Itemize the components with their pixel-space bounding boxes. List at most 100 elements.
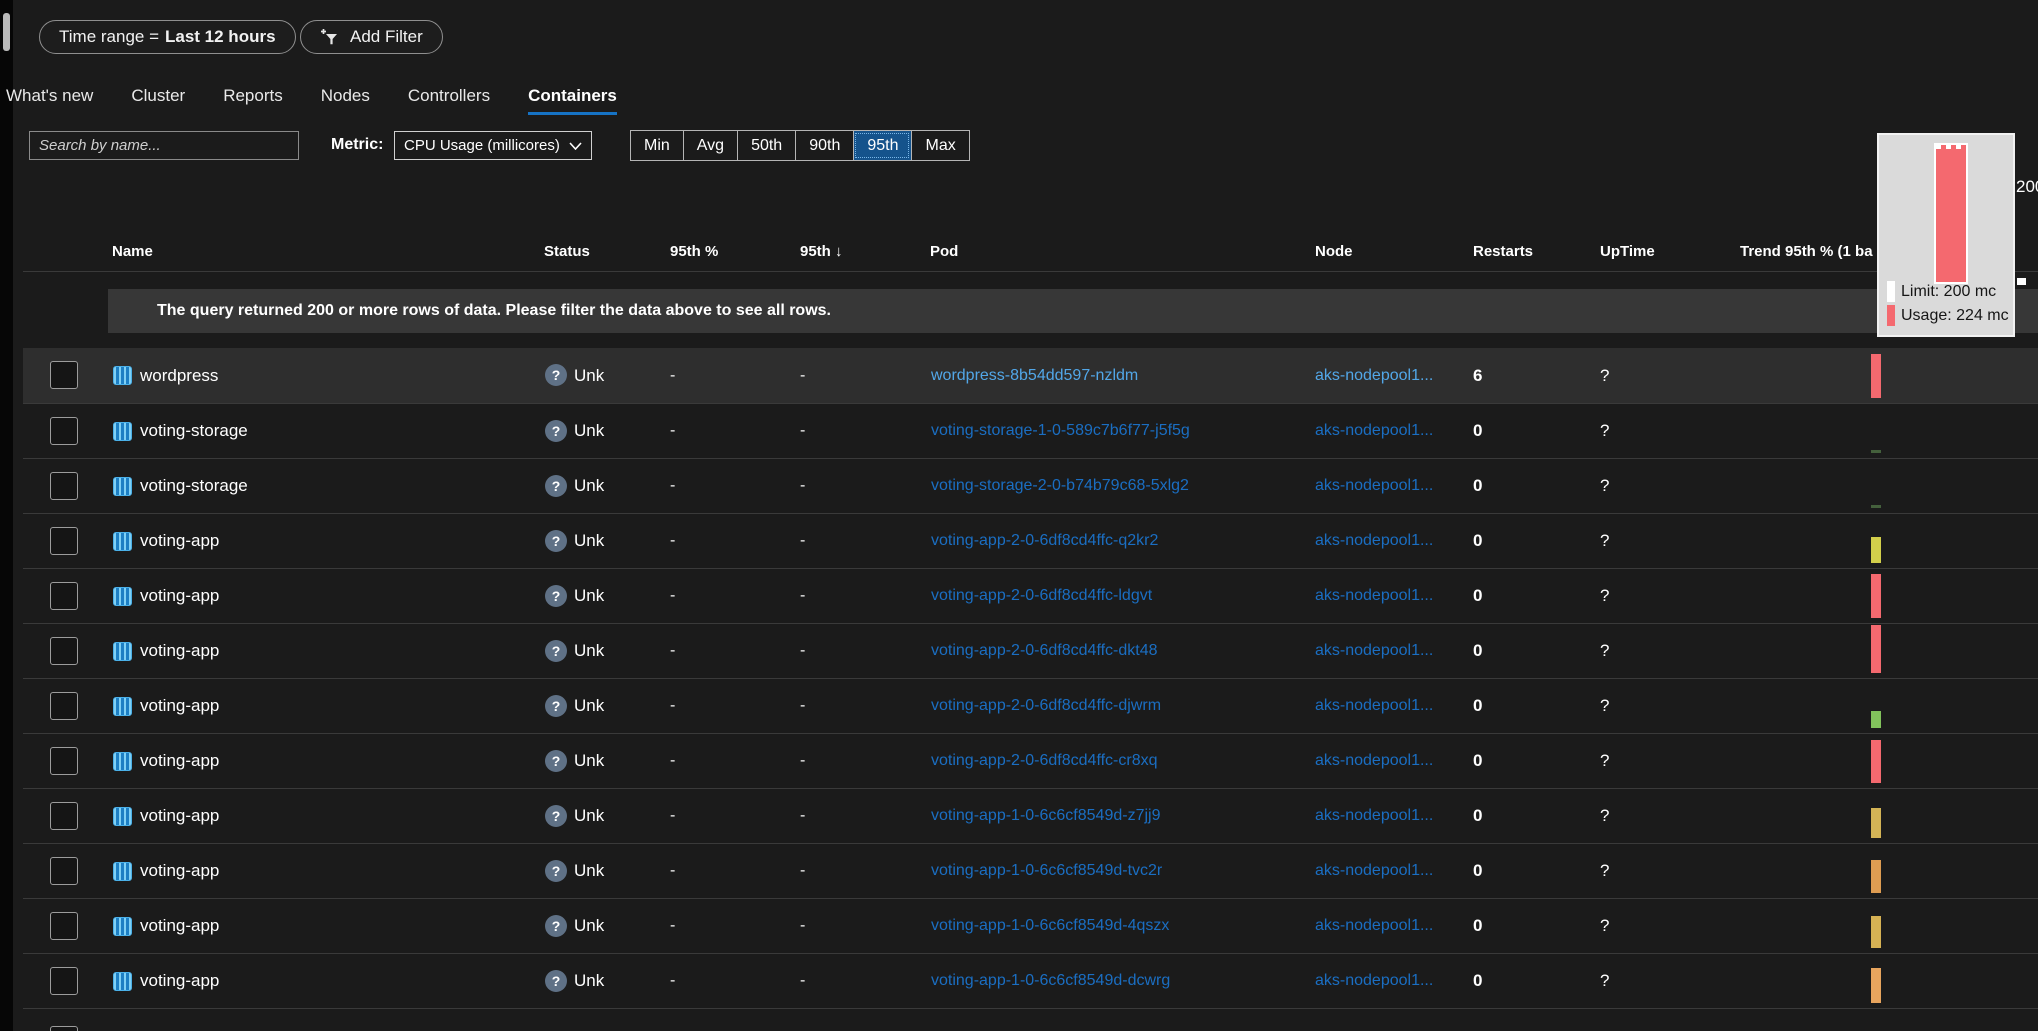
pod-link[interactable]: voting-app-1-0-6c6cf8549d-dcwrg bbox=[931, 972, 1170, 990]
row-checkbox[interactable] bbox=[50, 802, 78, 830]
row-checkbox[interactable] bbox=[50, 637, 78, 665]
table-row[interactable]: voting-app? Unk - - voting-app-1-0-6c6cf8549… bbox=[23, 898, 2038, 953]
pod-link[interactable]: voting-app-2-0-6df8cd4ffc-djwrm bbox=[931, 697, 1161, 715]
restarts-value: 0 bbox=[1473, 641, 1483, 660]
table-row[interactable]: voting-app? Unk - - voting-app-1-0-6c6cf8549… bbox=[23, 788, 2038, 843]
scrollbar-thumb[interactable] bbox=[3, 13, 10, 51]
row-checkbox[interactable] bbox=[50, 912, 78, 940]
limit-text: Limit: 200 mc bbox=[1901, 282, 1997, 300]
limit-swatch bbox=[1887, 281, 1895, 302]
tab-what-s-new[interactable]: What's new bbox=[6, 86, 93, 115]
table-row[interactable]: voting-app? Unk - - voting-app-1-0-6c6cf8549… bbox=[23, 953, 2038, 1008]
table-body: wordpress? Unk - - wordpress-8b54dd597-nzldm… bbox=[23, 348, 2038, 1031]
node-link[interactable]: aks-nodepool1... bbox=[1315, 477, 1433, 495]
restarts-value: 0 bbox=[1473, 751, 1483, 770]
row-checkbox[interactable] bbox=[50, 582, 78, 610]
container-name: voting-app bbox=[140, 641, 220, 660]
column-header-pod[interactable]: Pod bbox=[930, 234, 958, 270]
table-row[interactable]: voting-app? Unk - - voting-app-2-0-6df8cd4ff… bbox=[23, 678, 2038, 733]
node-link[interactable]: aks-nodepool1... bbox=[1315, 532, 1433, 550]
p95-value: - bbox=[800, 917, 806, 934]
container-name: voting-app bbox=[140, 586, 220, 605]
node-link[interactable]: aks-nodepool1... bbox=[1315, 422, 1433, 440]
row-checkbox[interactable] bbox=[50, 967, 78, 995]
add-filter-button[interactable]: Add Filter bbox=[300, 20, 443, 54]
metric-dropdown[interactable]: CPU Usage (millicores) bbox=[394, 131, 592, 160]
pod-link[interactable]: voting-app-2-0-6df8cd4ffc-cr8xq bbox=[931, 752, 1158, 770]
search-input[interactable] bbox=[29, 131, 299, 160]
tab-nodes[interactable]: Nodes bbox=[321, 86, 370, 115]
percentile-button-90th[interactable]: 90th bbox=[795, 131, 853, 160]
row-checkbox[interactable] bbox=[50, 857, 78, 885]
column-header-uptime[interactable]: UpTime bbox=[1600, 234, 1655, 270]
pod-link[interactable]: voting-app-2-0-6df8cd4ffc-q2kr2 bbox=[931, 532, 1158, 550]
status-text: Unk bbox=[574, 421, 605, 440]
percentile-button-min[interactable]: Min bbox=[631, 131, 683, 160]
percentile-button-avg[interactable]: Avg bbox=[682, 131, 737, 160]
table-row[interactable]: voting-app? Unk - - voting-app-1-0-6c6cf8549… bbox=[23, 843, 2038, 898]
column-header-trend[interactable]: Trend 95th % (1 ba bbox=[1740, 234, 1873, 270]
pod-link[interactable]: voting-storage-1-0-589c7b6f77-j5f5g bbox=[931, 422, 1190, 440]
time-range-filter-pill[interactable]: Time range = Last 12 hours bbox=[39, 20, 296, 54]
node-link[interactable]: aks-nodepool1... bbox=[1315, 642, 1433, 660]
pod-link[interactable]: voting-app-1-0-6c6cf8549d-tvc2r bbox=[931, 862, 1162, 880]
column-header-status[interactable]: Status bbox=[544, 234, 590, 270]
row-checkbox[interactable] bbox=[50, 361, 78, 389]
row-checkbox[interactable] bbox=[50, 1026, 78, 1031]
percentile-button-max[interactable]: Max bbox=[911, 131, 968, 160]
table-row[interactable]: voting-storage? Unk - - voting-storage-1-0-5… bbox=[23, 403, 2038, 458]
pod-link[interactable]: voting-app-2-0-6df8cd4ffc-dkt48 bbox=[931, 642, 1158, 660]
tab-containers[interactable]: Containers bbox=[528, 86, 617, 115]
row-checkbox[interactable] bbox=[50, 747, 78, 775]
node-link[interactable]: aks-nodepool1... bbox=[1315, 972, 1433, 990]
p95-value: - bbox=[800, 807, 806, 824]
pod-link[interactable]: wordpress-8b54dd597-nzldm bbox=[931, 367, 1138, 385]
node-link[interactable]: aks-nodepool1... bbox=[1315, 587, 1433, 605]
percentile-button-group: Min Avg 50th 90th 95th Max bbox=[630, 130, 970, 161]
row-checkbox[interactable] bbox=[50, 472, 78, 500]
restarts-value: 0 bbox=[1473, 421, 1483, 440]
p95-value: - bbox=[800, 972, 806, 989]
status-text: Unk bbox=[574, 861, 605, 880]
node-link[interactable]: aks-nodepool1... bbox=[1315, 697, 1433, 715]
table-header: Name Status 95th % 95th ↓ Pod Node Restarts UpT… bbox=[23, 234, 2038, 270]
container-name: voting-app bbox=[140, 916, 220, 935]
row-checkbox[interactable] bbox=[50, 527, 78, 555]
table-row[interactable]: voting-app? Unk - - voting-app-2-0-6df8cd4ff… bbox=[23, 568, 2038, 623]
pod-link[interactable]: voting-app-2-0-6df8cd4ffc-ldgvt bbox=[931, 587, 1152, 605]
p95-value: - bbox=[800, 477, 806, 494]
pod-link[interactable]: voting-storage-2-0-b74b79c68-5xlg2 bbox=[931, 477, 1189, 495]
tab-reports[interactable]: Reports bbox=[223, 86, 283, 115]
percentile-button-95th[interactable]: 95th bbox=[853, 131, 912, 160]
column-header-name[interactable]: Name bbox=[112, 234, 153, 270]
uptime-value: ? bbox=[1600, 421, 1610, 440]
container-icon bbox=[113, 477, 132, 496]
row-checkbox[interactable] bbox=[50, 417, 78, 445]
node-link[interactable]: aks-nodepool1... bbox=[1315, 807, 1433, 825]
restarts-value: 0 bbox=[1473, 531, 1483, 550]
restarts-value: 0 bbox=[1473, 476, 1483, 495]
table-row[interactable]: wordpress? Unk - - wordpress-8b54dd597-nzldm… bbox=[23, 348, 2038, 403]
container-icon bbox=[113, 917, 132, 936]
percentile-button-50th[interactable]: 50th bbox=[737, 131, 795, 160]
node-link[interactable]: aks-nodepool1... bbox=[1315, 862, 1433, 880]
column-header-p95pct[interactable]: 95th % bbox=[670, 234, 718, 270]
status-unknown-icon: ? bbox=[545, 530, 567, 552]
pod-link[interactable]: voting-app-1-0-6c6cf8549d-z7jj9 bbox=[931, 807, 1160, 825]
status-unknown-icon: ? bbox=[545, 695, 567, 717]
table-row-partial[interactable] bbox=[23, 1008, 2038, 1031]
tab-cluster[interactable]: Cluster bbox=[131, 86, 185, 115]
table-row[interactable]: voting-storage? Unk - - voting-storage-2-0-b… bbox=[23, 458, 2038, 513]
node-link[interactable]: aks-nodepool1... bbox=[1315, 917, 1433, 935]
node-link[interactable]: aks-nodepool1... bbox=[1315, 752, 1433, 770]
tab-controllers[interactable]: Controllers bbox=[408, 86, 490, 115]
node-link[interactable]: aks-nodepool1... bbox=[1315, 367, 1433, 385]
column-header-restarts[interactable]: Restarts bbox=[1473, 234, 1533, 270]
column-header-node[interactable]: Node bbox=[1315, 234, 1353, 270]
table-row[interactable]: voting-app? Unk - - voting-app-2-0-6df8cd4ff… bbox=[23, 513, 2038, 568]
table-row[interactable]: voting-app? Unk - - voting-app-2-0-6df8cd4ff… bbox=[23, 623, 2038, 678]
pod-link[interactable]: voting-app-1-0-6c6cf8549d-4qszx bbox=[931, 917, 1169, 935]
column-header-p95[interactable]: 95th ↓ bbox=[800, 234, 843, 270]
row-checkbox[interactable] bbox=[50, 692, 78, 720]
table-row[interactable]: voting-app? Unk - - voting-app-2-0-6df8cd4ff… bbox=[23, 733, 2038, 788]
